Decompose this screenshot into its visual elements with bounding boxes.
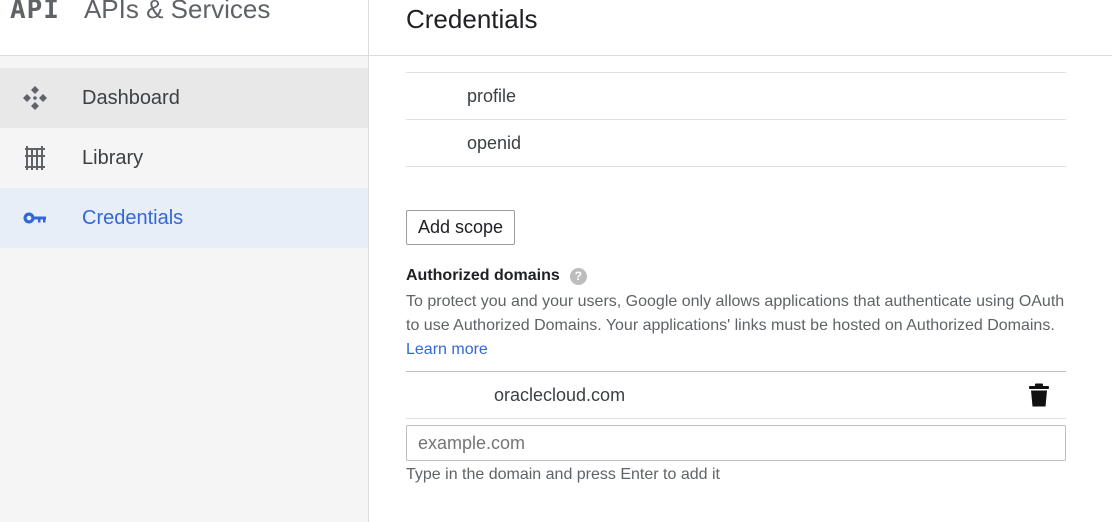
description-text: To protect you and your users, Google on… (406, 293, 1065, 334)
dashboard-icon (17, 84, 53, 112)
trash-icon[interactable] (1028, 383, 1050, 407)
sidebar-item-label: Credentials (82, 206, 184, 229)
help-icon[interactable]: ? (569, 267, 587, 285)
domain-value: oraclecloud.com (494, 384, 626, 405)
domain-input-hint: Type in the domain and press Enter to ad… (406, 466, 720, 483)
scope-list-spacer (406, 57, 1066, 72)
learn-more-link[interactable]: Learn more (406, 341, 488, 358)
scope-label: profile (467, 85, 517, 106)
sidebar-item-library[interactable]: Library (0, 128, 368, 188)
authorized-domains-heading: Authorized domains ? (406, 267, 1066, 285)
top-bar: Credentials (369, 0, 1112, 56)
sidebar-item-credentials[interactable]: Credentials (0, 188, 368, 248)
api-logo: API (10, 0, 60, 25)
page-title: Credentials (406, 4, 538, 34)
domain-input[interactable] (406, 425, 1066, 461)
section-title-text: Authorized domains (406, 267, 560, 284)
sidebar: API APIs & Services Dashboard Library Cr… (0, 0, 369, 522)
key-icon (17, 204, 53, 232)
sidebar-item-dashboard[interactable]: Dashboard (0, 68, 368, 128)
sidebar-nav: Dashboard Library Credentials (0, 68, 368, 248)
add-scope-button[interactable]: Add scope (406, 210, 516, 245)
authorized-domains-description: To protect you and your users, Google on… (406, 290, 1066, 362)
sidebar-item-label: Library (82, 146, 144, 169)
domain-row: oraclecloud.com (406, 371, 1066, 419)
sidebar-header: API APIs & Services (0, 0, 368, 56)
product-title: APIs & Services (83, 0, 271, 24)
scope-label: openid (467, 132, 522, 153)
library-icon (17, 144, 53, 172)
main-content: profile openid Add scope Authorized doma… (406, 57, 1066, 484)
scope-row-profile: profile (406, 72, 1066, 119)
scope-row-openid: openid (406, 119, 1066, 167)
sidebar-item-label: Dashboard (82, 86, 180, 109)
